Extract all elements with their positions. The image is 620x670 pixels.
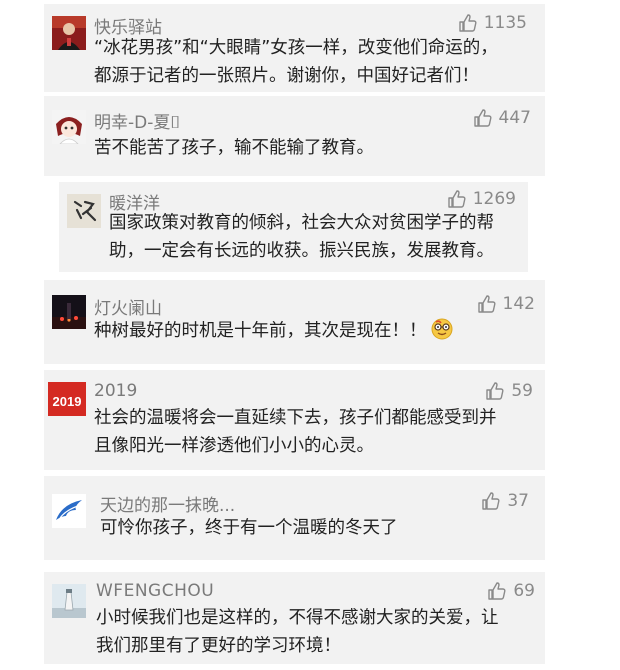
avatar[interactable]: [52, 584, 86, 618]
nerd-face-emoji-icon: [431, 318, 452, 340]
commenter-name[interactable]: 2019: [94, 381, 137, 401]
comment-text-line: “冰花男孩”和“大眼睛”女孩一样，改变他们命运的，: [94, 38, 498, 58]
avatar-text: 2019: [53, 394, 82, 409]
anime-girl-avatar-icon: [52, 110, 86, 144]
thumbs-up-icon: [459, 14, 477, 32]
like-count: 447: [498, 108, 531, 128]
like-button[interactable]: 447: [473, 108, 531, 128]
like-button[interactable]: 37: [481, 491, 529, 511]
blue-wing-avatar-icon: [52, 494, 86, 528]
avatar[interactable]: 2019: [48, 382, 86, 416]
like-count: 1269: [472, 189, 516, 209]
comment-text-line: 国家政策对教育的倾斜，社会大众对贫困学子的帮: [109, 213, 494, 233]
comment-text-line: 社会的温暖将会一直延续下去，孩子们都能感受到并: [94, 408, 497, 428]
comment-text-line: 助，一定会有长远的收获。振兴民族，发展教育。: [109, 241, 494, 261]
like-count: 1135: [483, 13, 527, 33]
thumbs-up-icon: [477, 295, 496, 313]
avatar[interactable]: [52, 494, 86, 528]
red-2019-avatar-icon: 2019: [48, 382, 86, 416]
comment-text-line: 苦不能苦了孩子，输不能输了教育。: [94, 138, 374, 158]
comment-text-line: 且像阳光一样渗透他们小小的心灵。: [94, 436, 374, 456]
like-button[interactable]: 69: [487, 581, 535, 601]
like-button[interactable]: 142: [477, 294, 535, 314]
reply-card: 暖洋洋 1269 国家政策对教育的倾斜，社会大众对贫困学子的帮 助，一定会有长远…: [59, 182, 528, 272]
commenter-name[interactable]: WFENGCHOU: [96, 581, 214, 601]
comment-card: 2019 2019 59 社会的温暖将会一直延续下去，孩子们都能感受到并 且像阳…: [44, 370, 545, 470]
like-button[interactable]: 1135: [458, 13, 527, 33]
night-scene-avatar-icon: [52, 295, 86, 329]
comment-text-line: 都源于记者的一张照片。谢谢你，中国好记者们！: [94, 66, 479, 86]
thumbs-up-icon: [482, 492, 500, 510]
comment-card: 明幸-D-夏⌷ 447 苦不能苦了孩子，输不能输了教育。: [44, 96, 545, 176]
lighthouse-avatar-icon: [52, 584, 86, 618]
comment-card: WFENGCHOU 69 小时候我们也是这样的，不得不感谢大家的关爱，让 我们那…: [44, 572, 545, 664]
comment-text-line: 可怜你孩子，终于有一个温暖的冬天了: [100, 518, 398, 538]
avatar[interactable]: [52, 295, 86, 329]
person-portrait-avatar-icon: [52, 16, 86, 50]
comment-card: 快乐驿站 1135 “冰花男孩”和“大眼睛”女孩一样，改变他们命运的， 都源于记…: [44, 4, 545, 92]
calligraphy-avatar-icon: [67, 194, 101, 228]
comment-text: 种树最好的时机是十年前，其次是现在！！: [94, 321, 427, 341]
like-count: 69: [513, 581, 535, 601]
comment-text-line: 我们那里有了更好的学习环境！: [96, 636, 341, 656]
like-count: 37: [507, 491, 529, 511]
commenter-name[interactable]: 明幸-D-夏⌷: [94, 108, 181, 133]
thumbs-up-icon: [486, 382, 504, 400]
comment-card: 天边的那一抹晚... 37 可怜你孩子，终于有一个温暖的冬天了: [44, 476, 545, 560]
like-count: 142: [502, 294, 535, 314]
comment-text-line: 种树最好的时机是十年前，其次是现在！！: [94, 316, 453, 346]
avatar[interactable]: [52, 110, 86, 144]
like-button[interactable]: 59: [485, 381, 533, 401]
like-button[interactable]: 1269: [447, 189, 516, 209]
avatar[interactable]: [67, 194, 101, 228]
avatar[interactable]: [52, 16, 86, 50]
thumbs-up-icon: [448, 190, 466, 208]
comment-card: 灯火阑山 142 种树最好的时机是十年前，其次是现在！！: [44, 280, 545, 364]
thumbs-up-icon: [488, 582, 506, 600]
like-count: 59: [511, 381, 533, 401]
thumbs-up-icon: [473, 109, 492, 127]
comment-text-line: 小时候我们也是这样的，不得不感谢大家的关爱，让: [96, 608, 499, 628]
